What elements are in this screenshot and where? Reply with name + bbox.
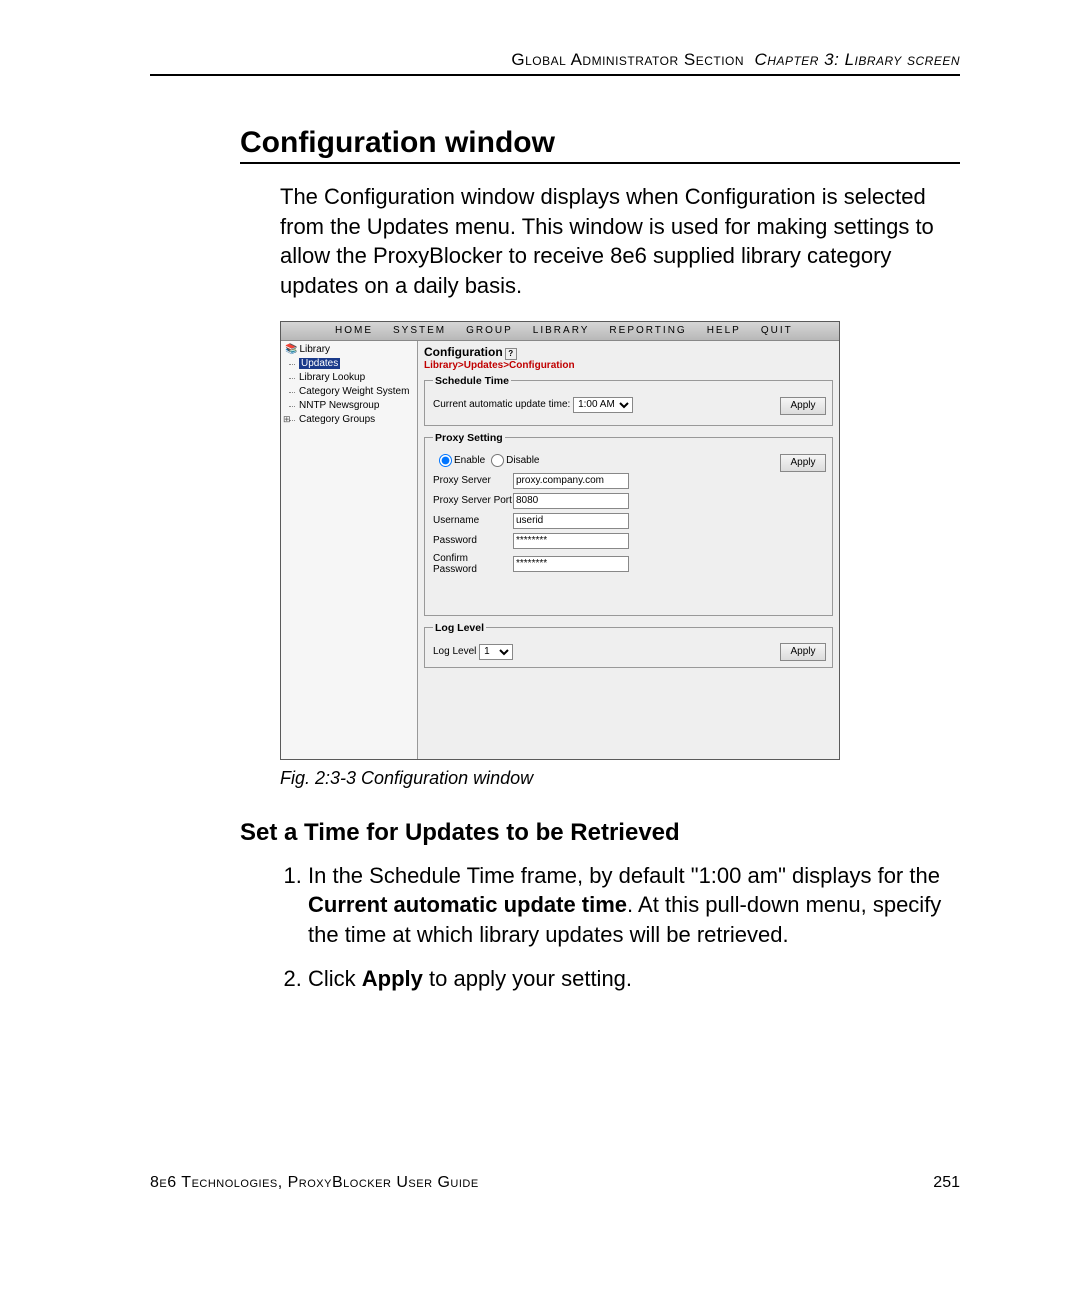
configuration-window-screenshot: HOME SYSTEM GROUP LIBRARY REPORTING HELP… <box>280 321 840 760</box>
proxy-server-input[interactable] <box>513 473 629 489</box>
proxy-disable-label: Disable <box>506 455 539 466</box>
help-icon[interactable]: ? <box>505 348 517 360</box>
content-panel: Configuration? Library>Updates>Configura… <box>418 341 839 759</box>
proxy-port-input[interactable] <box>513 493 629 509</box>
tree-item-category-groups[interactable]: Category Groups <box>285 413 417 427</box>
username-input[interactable] <box>513 513 629 529</box>
proxy-disable-radio[interactable] <box>491 454 504 467</box>
content-title: Configuration? <box>424 345 833 360</box>
figure-caption: Fig. 2:3-3 Configuration window <box>280 768 960 789</box>
step-2: Click Apply to apply your setting. <box>308 964 960 994</box>
tree-item-updates[interactable]: Updates <box>285 357 417 371</box>
password-label: Password <box>433 535 513 546</box>
proxy-setting-group: Proxy Setting Enable Disable Proxy Serve… <box>424 432 833 616</box>
username-label: Username <box>433 515 513 526</box>
schedule-legend: Schedule Time <box>433 375 511 387</box>
schedule-label: Current automatic update time: <box>433 399 570 410</box>
log-apply-button[interactable]: Apply <box>780 643 826 661</box>
section-title: Configuration window <box>240 126 960 164</box>
menu-system[interactable]: SYSTEM <box>383 323 456 338</box>
menu-group[interactable]: GROUP <box>456 323 523 338</box>
footer-left: 8e6 Technologies, ProxyBlocker User Guid… <box>150 1174 479 1192</box>
log-level-select[interactable]: 1 <box>479 644 513 660</box>
proxy-apply-button[interactable]: Apply <box>780 454 826 472</box>
header-section: Global Administrator Section <box>511 50 744 69</box>
proxy-enable-radio[interactable] <box>439 454 452 467</box>
intro-paragraph: The Configuration window displays when C… <box>280 182 960 301</box>
menu-help[interactable]: HELP <box>697 323 751 338</box>
menu-home[interactable]: HOME <box>325 323 383 338</box>
confirm-password-label: Confirm Password <box>433 553 513 575</box>
step-1: In the Schedule Time frame, by default "… <box>308 861 960 950</box>
tree-root[interactable]: Library <box>285 343 417 357</box>
page-header: Global Administrator Section Chapter 3: … <box>150 50 960 76</box>
proxy-legend: Proxy Setting <box>433 432 505 444</box>
log-level-group: Log Level Log Level 1 Apply <box>424 622 833 668</box>
menu-quit[interactable]: QUIT <box>751 323 803 338</box>
confirm-password-input[interactable] <box>513 556 629 572</box>
proxy-port-label: Proxy Server Port <box>433 495 513 506</box>
password-input[interactable] <box>513 533 629 549</box>
menu-reporting[interactable]: REPORTING <box>599 323 696 338</box>
log-legend: Log Level <box>433 622 486 634</box>
subsection-title: Set a Time for Updates to be Retrieved <box>240 819 960 847</box>
schedule-apply-button[interactable]: Apply <box>780 397 826 415</box>
page-number: 251 <box>933 1174 960 1192</box>
menubar: HOME SYSTEM GROUP LIBRARY REPORTING HELP… <box>281 322 839 341</box>
menu-library[interactable]: LIBRARY <box>523 323 600 338</box>
steps-list: In the Schedule Time frame, by default "… <box>280 861 960 994</box>
tree-item-library-lookup[interactable]: Library Lookup <box>285 371 417 385</box>
proxy-server-label: Proxy Server <box>433 475 513 486</box>
proxy-enable-label: Enable <box>454 455 485 466</box>
page-footer: 8e6 Technologies, ProxyBlocker User Guid… <box>150 1174 960 1192</box>
log-level-label: Log Level <box>433 646 476 657</box>
header-chapter-title: Library screen <box>845 50 960 69</box>
schedule-time-group: Schedule Time Current automatic update t… <box>424 375 833 426</box>
sidebar-tree: Library Updates Library Lookup Category … <box>281 341 418 759</box>
tree-item-nntp[interactable]: NNTP Newsgroup <box>285 399 417 413</box>
update-time-select[interactable]: 1:00 AM <box>573 397 633 413</box>
header-chapter-prefix: Chapter 3: <box>755 50 845 69</box>
tree-item-category-weight[interactable]: Category Weight System <box>285 385 417 399</box>
breadcrumb: Library>Updates>Configuration <box>424 360 833 371</box>
